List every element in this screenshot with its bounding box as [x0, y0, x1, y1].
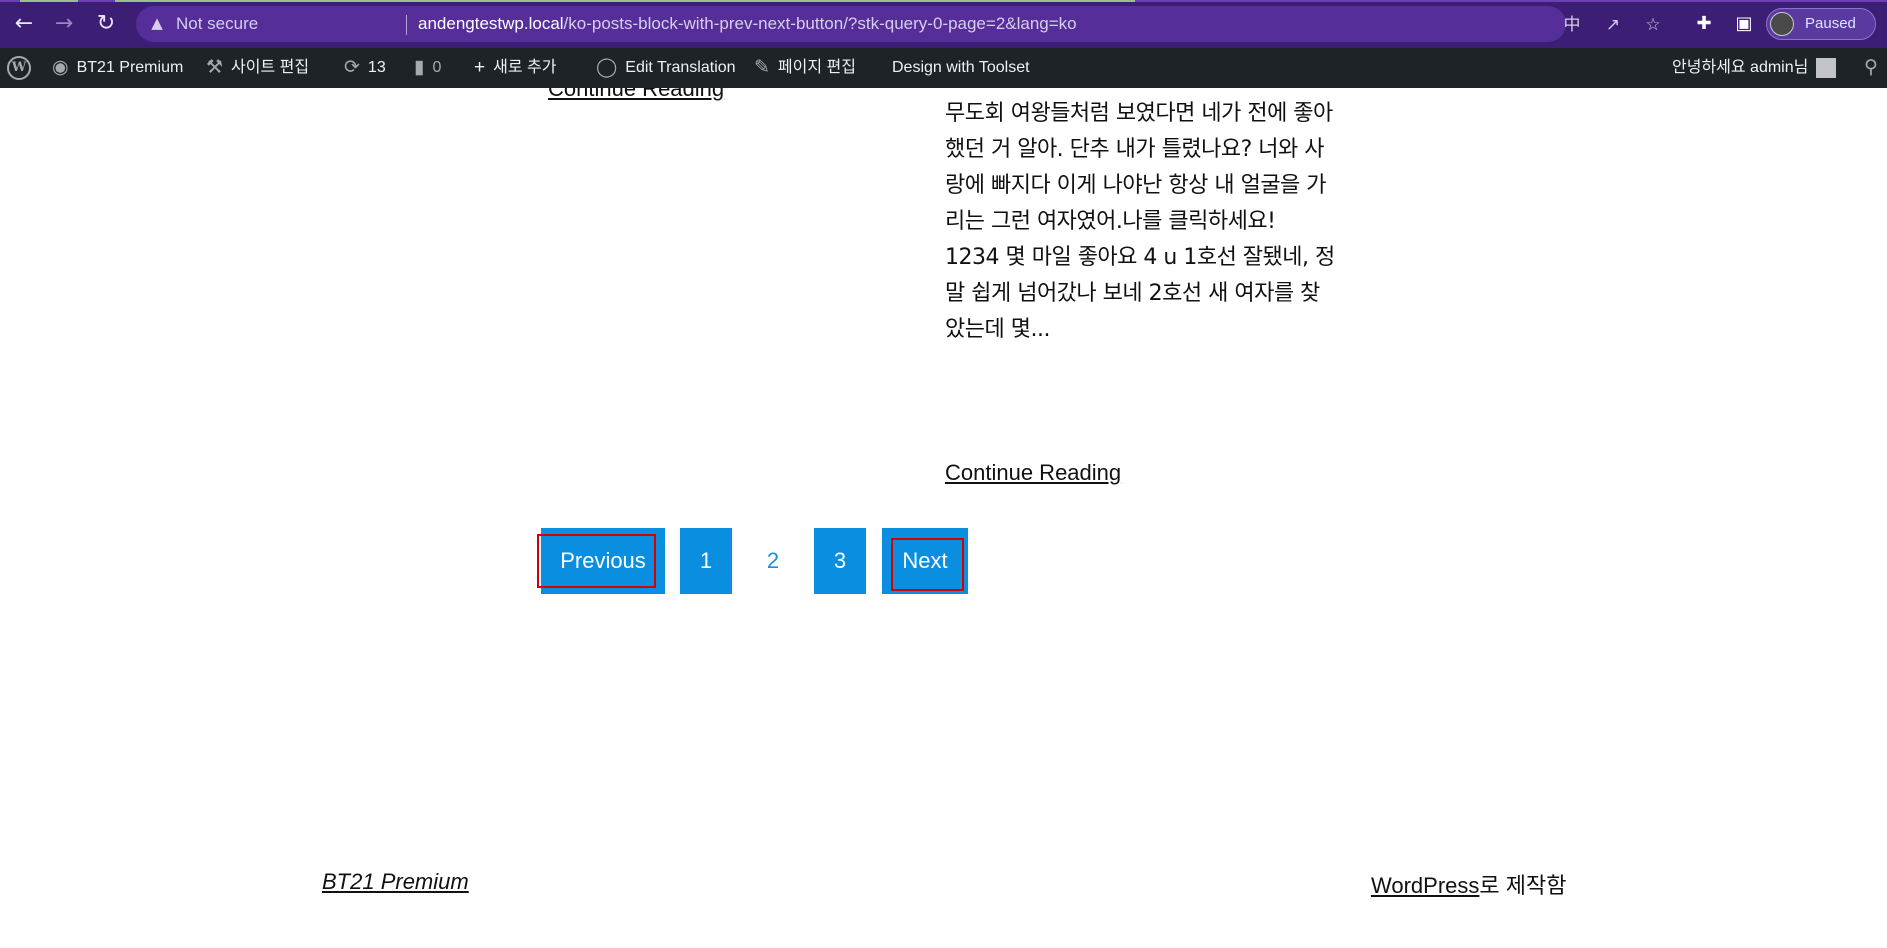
greeting-label: 안녕하세요 admin님 — [1672, 59, 1809, 76]
address-separator — [406, 15, 407, 35]
admin-new[interactable]: + 새로 추가 — [474, 48, 556, 88]
edit-translation-label: Edit Translation — [625, 59, 736, 76]
page-3-button[interactable]: 3 — [814, 528, 866, 594]
admin-edit-translation[interactable]: ◯ Edit Translation — [596, 48, 736, 88]
profile-button[interactable]: Paused — [1766, 8, 1876, 40]
continue-reading-link-left[interactable]: Continue Reading — [548, 88, 724, 102]
translation-icon: ◯ — [596, 57, 618, 78]
back-arrow-icon[interactable]: ← — [10, 10, 38, 38]
footer-site-title[interactable]: BT21 Premium — [322, 869, 469, 895]
plus-icon: + — [474, 57, 486, 78]
url-host: andengtestwp.local — [418, 14, 564, 33]
page-1-button[interactable]: 1 — [680, 528, 732, 594]
pencil-icon: ✎ — [754, 57, 770, 78]
forward-arrow-icon[interactable]: → — [50, 10, 78, 38]
admin-comments[interactable]: ▮ 0 — [414, 48, 441, 88]
page-content: Continue Reading 했어 네가 날 더 좋아할 것 같아서 내가 … — [0, 88, 1887, 948]
post-excerpt: 했어 네가 날 더 좋아할 것 같아서 내가 다른 무도회 여왕들처럼 보였다면… — [945, 88, 1335, 342]
wp-admin-bar: W ◉ BT21 Premium ⚒ 사이트 편집 ⟳ 13 ▮ 0 + 새로 추가 ◯ E… — [0, 48, 1887, 88]
bookmark-star-icon[interactable]: ☆ — [1642, 14, 1664, 36]
dashboard-icon: ◉ — [52, 57, 69, 78]
new-label: 새로 추가 — [493, 59, 557, 76]
admin-edit-page[interactable]: ✎ 페이지 편집 — [754, 48, 856, 88]
admin-updates[interactable]: ⟳ 13 — [344, 48, 386, 88]
edit-page-label: 페이지 편집 — [777, 59, 856, 76]
tab-strip-edge — [0, 0, 1887, 2]
profile-status: Paused — [1805, 15, 1856, 32]
browser-toolbar: ← → ↻ ▲ Not secure andengtestwp.local/ko… — [0, 0, 1887, 48]
avatar — [1770, 12, 1794, 36]
comment-icon: ▮ — [414, 57, 425, 78]
edit-site-label: 사이트 편집 — [231, 59, 310, 76]
footer-credits-suffix: 로 제작함 — [1479, 873, 1567, 898]
site-name-label: BT21 Premium — [76, 59, 184, 76]
side-panel-icon[interactable]: ▣ — [1732, 12, 1756, 36]
wordpress-link[interactable]: WordPress — [1371, 873, 1479, 898]
security-label[interactable]: Not secure — [176, 14, 258, 34]
url-text[interactable]: andengtestwp.local/ko-posts-block-with-p… — [418, 14, 1077, 34]
reload-icon[interactable]: ↻ — [92, 10, 120, 38]
admin-toolset[interactable]: Design with Toolset — [892, 48, 1030, 88]
page-2-current: 2 — [766, 548, 780, 573]
toolset-label: Design with Toolset — [892, 59, 1030, 76]
warning-icon[interactable]: ▲ — [148, 14, 166, 32]
continue-reading-link-right[interactable]: Continue Reading — [945, 460, 1121, 486]
admin-site-name[interactable]: ◉ BT21 Premium — [52, 48, 183, 88]
admin-my-account[interactable]: 안녕하세요 admin님 — [1672, 48, 1837, 88]
previous-highlight-box — [537, 534, 656, 588]
user-avatar-icon — [1816, 57, 1837, 78]
admin-edit-site[interactable]: ⚒ 사이트 편집 — [206, 48, 309, 88]
footer-credits: WordPress로 제작함 — [1371, 868, 1566, 900]
search-icon: ⚲ — [1864, 57, 1878, 78]
updates-count: 13 — [367, 59, 386, 76]
admin-search[interactable]: ⚲ — [1864, 48, 1878, 88]
comments-count: 0 — [432, 59, 442, 76]
address-bar[interactable]: ▲ Not secure andengtestwp.local/ko-posts… — [136, 6, 1661, 42]
translate-icon[interactable]: 中 — [1561, 14, 1583, 36]
url-path: /ko-posts-block-with-prev-next-button/?s… — [563, 14, 1077, 33]
updates-icon: ⟳ — [344, 57, 360, 78]
extensions-puzzle-icon[interactable]: ✚ — [1692, 12, 1716, 36]
wordpress-logo-icon[interactable]: W — [7, 56, 31, 80]
next-highlight-box — [891, 538, 964, 591]
share-icon[interactable]: ↗ — [1602, 14, 1624, 36]
hammer-icon: ⚒ — [206, 57, 224, 78]
